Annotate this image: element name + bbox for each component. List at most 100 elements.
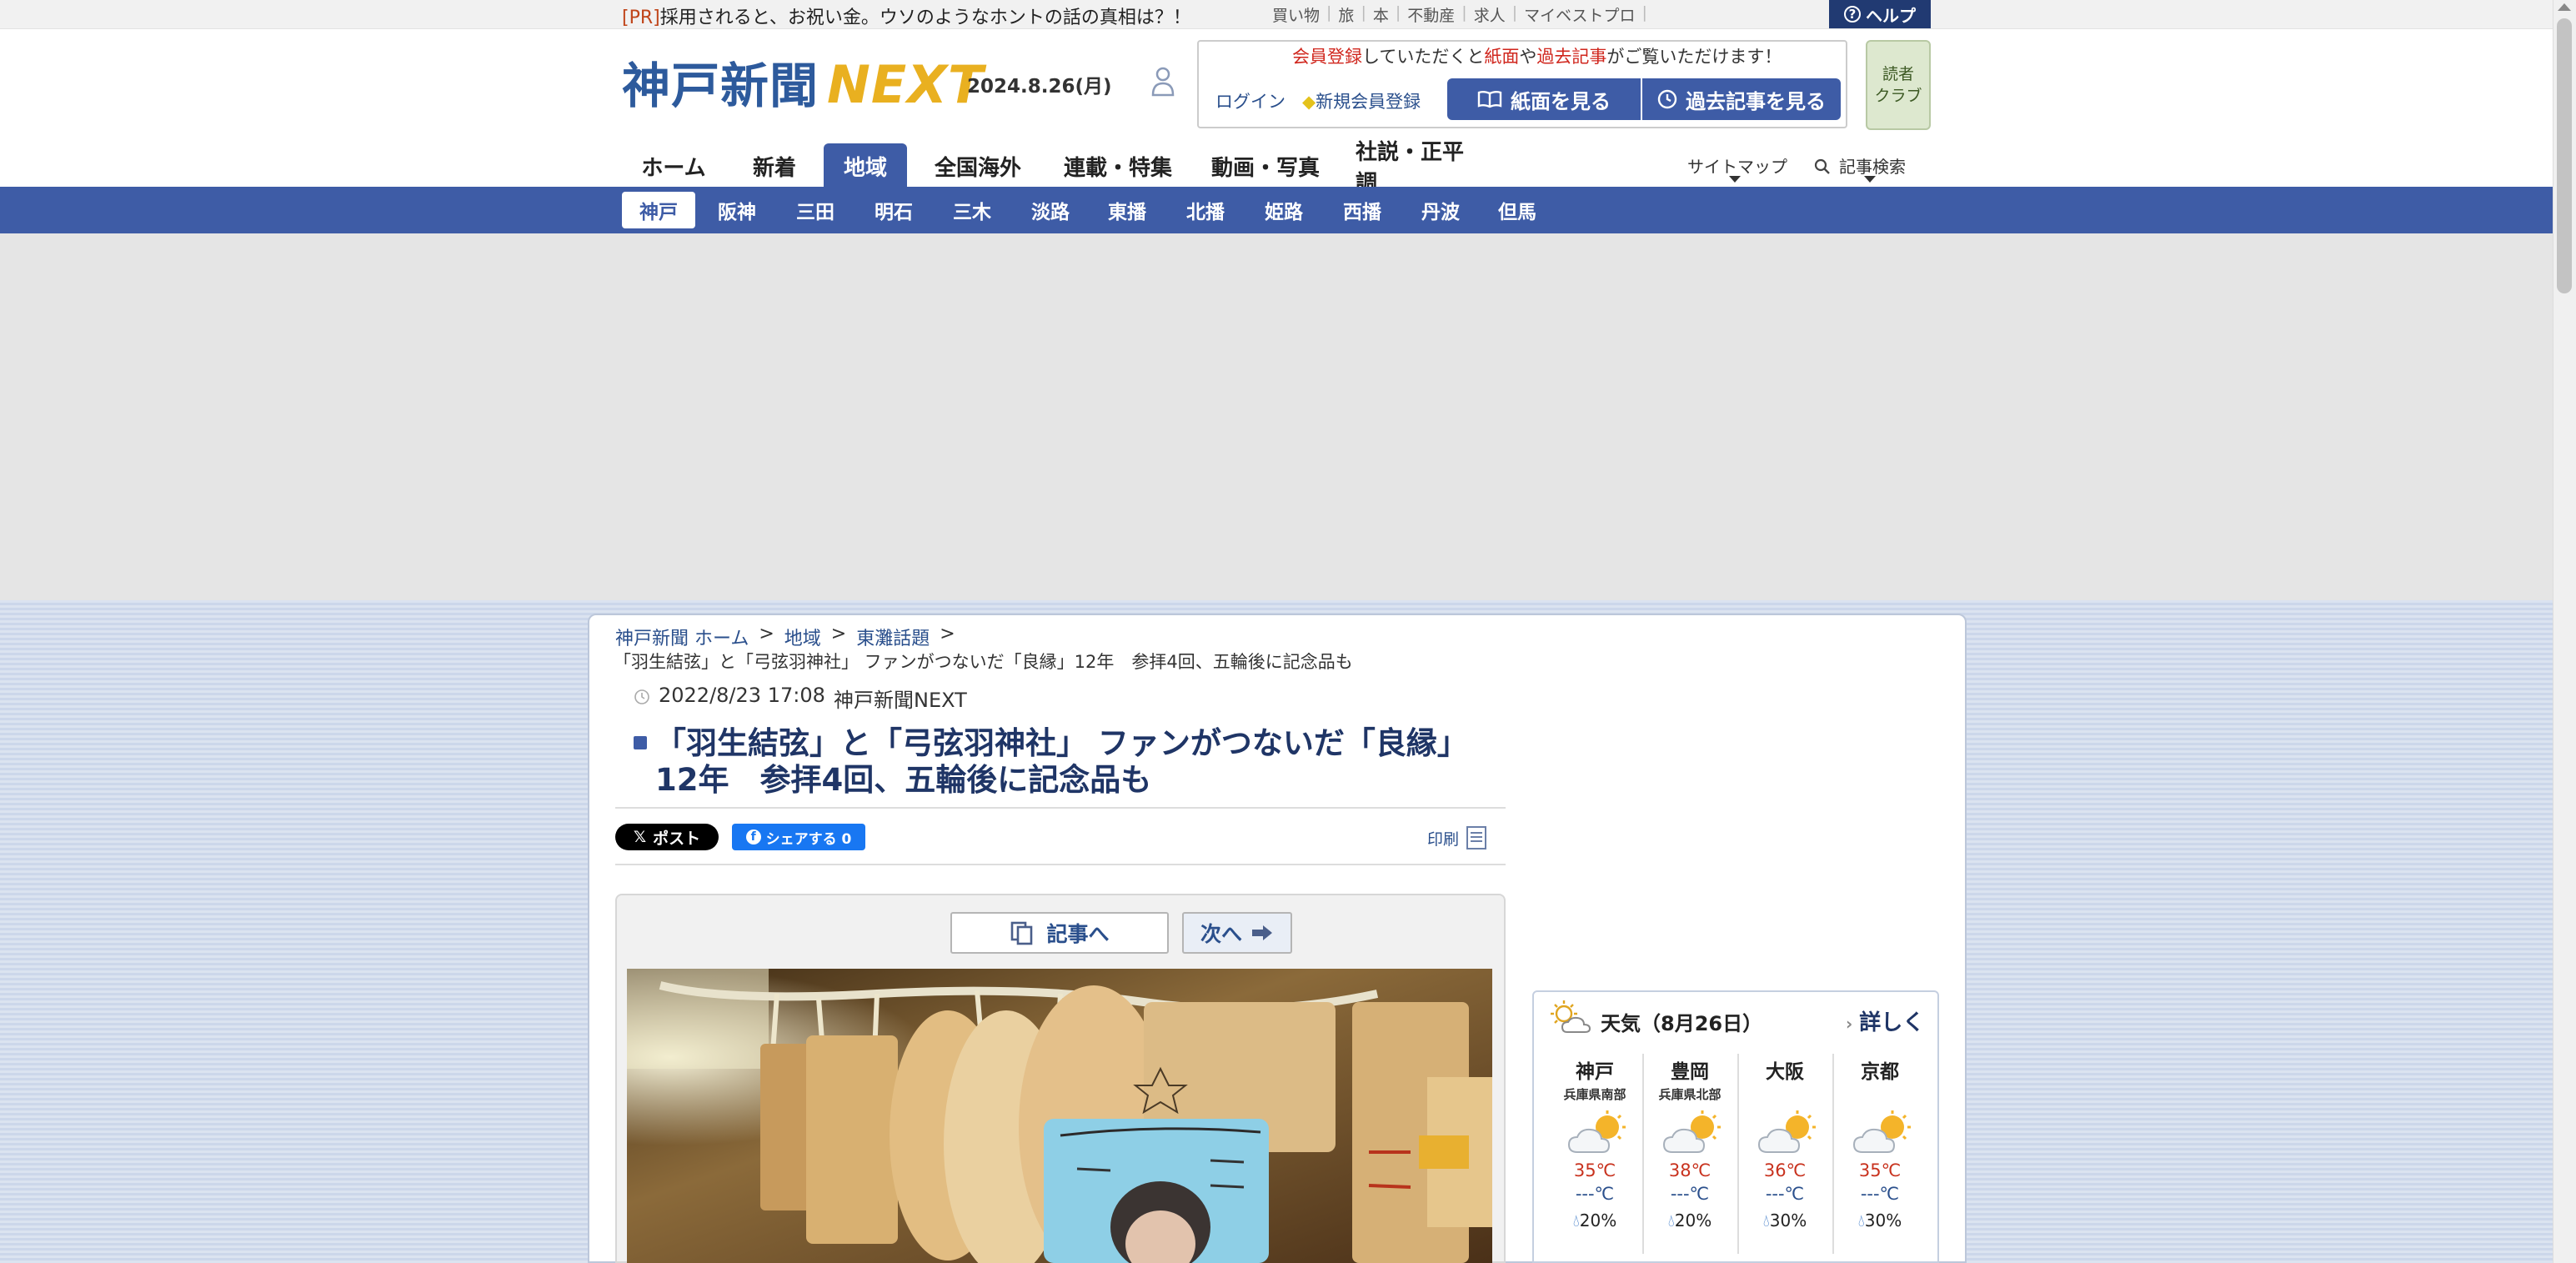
member-msg-paper: 紙面 bbox=[1484, 47, 1520, 67]
weather-rain-value: 20% bbox=[1674, 1210, 1712, 1230]
user-icon[interactable] bbox=[1150, 65, 1175, 98]
weather-low: ---℃ bbox=[1765, 1184, 1805, 1204]
breadcrumb-separator: > bbox=[759, 624, 774, 644]
service-link-real-estate[interactable]: 不動産 bbox=[1407, 3, 1455, 26]
register-link[interactable]: ◆新規会員登録 bbox=[1302, 88, 1421, 113]
member-msg-text: していただくと bbox=[1362, 47, 1485, 67]
weather-low: ---℃ bbox=[1670, 1184, 1710, 1204]
article-date: 2022/8/23 17:08 bbox=[659, 684, 825, 707]
weather-high: 35℃ bbox=[1858, 1160, 1902, 1180]
weather-city-name: 京都 bbox=[1861, 1061, 1899, 1083]
help-label: ヘルプ bbox=[1866, 5, 1916, 26]
weather-city-kobe[interactable]: 神戸 兵庫県南部 35℃ ---℃ 💧︎20% bbox=[1549, 1055, 1641, 1230]
scrollbar-thumb[interactable] bbox=[2557, 18, 2572, 293]
site-logo[interactable]: 神戸新聞 NEXT bbox=[622, 47, 984, 117]
member-msg-text: や bbox=[1519, 47, 1537, 67]
subnav-tohban[interactable]: 東播 bbox=[1094, 192, 1160, 228]
weather-high: 38℃ bbox=[1668, 1160, 1711, 1180]
pr-link[interactable]: [PR]採用されると、お祝い金。ウソのようなホントの話の真相は？！ bbox=[622, 3, 1191, 29]
view-paper-label: 紙面を見る bbox=[1511, 89, 1611, 113]
x-logo-icon: 𝕏 bbox=[633, 828, 647, 846]
subnav-sanda[interactable]: 三田 bbox=[782, 192, 849, 228]
weather-rain: 💧︎20% bbox=[1549, 1210, 1641, 1230]
x-post-label: ポスト bbox=[653, 829, 701, 848]
title-bullet-icon bbox=[634, 736, 647, 749]
article-search-link[interactable]: 記事検索 bbox=[1814, 153, 1906, 178]
breadcrumb-home[interactable]: 神戸新聞 ホーム bbox=[615, 624, 749, 650]
facebook-share-button[interactable]: f シェアする 0 bbox=[732, 824, 865, 850]
facebook-icon: f bbox=[745, 829, 761, 845]
service-link-jobs[interactable]: 求人 bbox=[1474, 3, 1506, 26]
weather-rain: 💧︎30% bbox=[1834, 1210, 1926, 1230]
breadcrumb-region[interactable]: 地域 bbox=[784, 624, 821, 650]
article-photo[interactable] bbox=[627, 969, 1492, 1263]
weather-city-name: 大阪 bbox=[1766, 1061, 1804, 1083]
reader-club-line1: 読者 bbox=[1882, 65, 1914, 83]
subnav-tamba[interactable]: 丹波 bbox=[1407, 192, 1474, 228]
nav-national-world[interactable]: 全国海外 bbox=[929, 143, 1027, 188]
subnav-seiban[interactable]: 西播 bbox=[1329, 192, 1396, 228]
sunny-cloudy-icon bbox=[1567, 1110, 1626, 1153]
back-to-article-button[interactable]: 記事へ bbox=[950, 912, 1169, 954]
help-icon: ? bbox=[1844, 6, 1861, 23]
print-label: 印刷 bbox=[1427, 829, 1460, 849]
subnav-akashi[interactable]: 明石 bbox=[860, 192, 927, 228]
breadcrumb: 神戸新聞 ホーム > 地域 > 東灘話題 > bbox=[615, 624, 955, 650]
subnav-hokuban[interactable]: 北播 bbox=[1172, 192, 1239, 228]
login-link[interactable]: ログイン bbox=[1215, 88, 1285, 113]
sunny-cloudy-icon bbox=[1662, 1110, 1721, 1153]
nav-editorial[interactable]: 社説・正平調 bbox=[1356, 140, 1481, 196]
raindrop-icon: 💧︎ bbox=[1857, 1210, 1865, 1230]
service-link-travel[interactable]: 旅 bbox=[1338, 3, 1354, 26]
search-icon bbox=[1814, 158, 1830, 174]
nav-home[interactable]: ホーム bbox=[630, 143, 717, 188]
weather-city-name: 豊岡 bbox=[1671, 1061, 1709, 1083]
x-post-button[interactable]: 𝕏 ポスト bbox=[615, 824, 719, 850]
sitemap-link[interactable]: サイトマップ bbox=[1687, 153, 1787, 178]
member-msg-register[interactable]: 会員登録 bbox=[1292, 47, 1362, 67]
nav-region[interactable]: 地域 bbox=[824, 143, 907, 188]
subnav-kobe[interactable]: 神戸 bbox=[622, 192, 695, 228]
scroll-up-arrow-icon[interactable] bbox=[2558, 3, 2571, 11]
print-button[interactable]: 印刷 bbox=[1427, 825, 1491, 850]
subnav-himeji[interactable]: 姫路 bbox=[1250, 192, 1317, 228]
reader-club-button[interactable]: 読者 クラブ bbox=[1866, 40, 1931, 130]
nav-latest[interactable]: 新着 bbox=[740, 143, 809, 188]
service-link-books[interactable]: 本 bbox=[1373, 3, 1389, 26]
weather-city-region bbox=[1834, 1085, 1926, 1102]
help-button[interactable]: ? ヘルプ bbox=[1829, 0, 1931, 28]
pr-tag: [PR] bbox=[622, 8, 660, 28]
service-link-shopping[interactable]: 買い物 bbox=[1272, 3, 1320, 26]
subnav-miki[interactable]: 三木 bbox=[939, 192, 1005, 228]
copy-icon bbox=[1011, 921, 1033, 945]
logo-main: 神戸新聞 bbox=[622, 58, 819, 114]
weather-city-region bbox=[1739, 1085, 1831, 1102]
service-links: 買い物 | 旅 | 本 | 不動産 | 求人 | マイベストプロ | bbox=[1272, 3, 1647, 26]
weather-high: 36℃ bbox=[1763, 1160, 1807, 1180]
facebook-share-label: シェアする 0 bbox=[765, 830, 852, 848]
service-link-mybestpro[interactable]: マイベストプロ bbox=[1524, 3, 1635, 26]
subnav-awaji[interactable]: 淡路 bbox=[1017, 192, 1084, 228]
weather-high: 35℃ bbox=[1573, 1160, 1616, 1180]
weather-rain-value: 30% bbox=[1864, 1210, 1902, 1230]
weather-city-name: 神戸 bbox=[1576, 1061, 1614, 1083]
weather-city-kyoto[interactable]: 京都 35℃ ---℃ 💧︎30% bbox=[1834, 1055, 1926, 1230]
subnav-hanshin[interactable]: 阪神 bbox=[704, 192, 770, 228]
member-msg-past: 過去記事 bbox=[1536, 47, 1607, 67]
weather-city-toyooka[interactable]: 豊岡 兵庫県北部 38℃ ---℃ 💧︎20% bbox=[1644, 1055, 1736, 1230]
nav-series-features[interactable]: 連載・特集 bbox=[1064, 143, 1172, 188]
breadcrumb-higashinada[interactable]: 東灘話題 bbox=[856, 624, 930, 650]
member-message: 会員登録していただくと紙面や過去記事がご覧いただけます！ bbox=[1292, 43, 1782, 68]
weather-details-label: 詳しく bbox=[1859, 1010, 1925, 1035]
subnav-tajima[interactable]: 但馬 bbox=[1484, 192, 1551, 228]
view-past-articles-button[interactable]: 過去記事を見る bbox=[1642, 78, 1841, 120]
weather-rain-value: 30% bbox=[1769, 1210, 1807, 1230]
print-icon bbox=[1466, 826, 1487, 850]
nav-video-photo[interactable]: 動画・写真 bbox=[1207, 143, 1324, 188]
weather-city-osaka[interactable]: 大阪 36℃ ---℃ 💧︎30% bbox=[1739, 1055, 1831, 1230]
sun-cloud-icon bbox=[1551, 1000, 1591, 1033]
sitemap-caret-icon bbox=[1729, 176, 1741, 183]
view-paper-button[interactable]: 紙面を見る bbox=[1447, 78, 1641, 120]
weather-details-link[interactable]: › 詳しく bbox=[1846, 1005, 1924, 1036]
next-photo-button[interactable]: 次へ bbox=[1182, 912, 1292, 954]
